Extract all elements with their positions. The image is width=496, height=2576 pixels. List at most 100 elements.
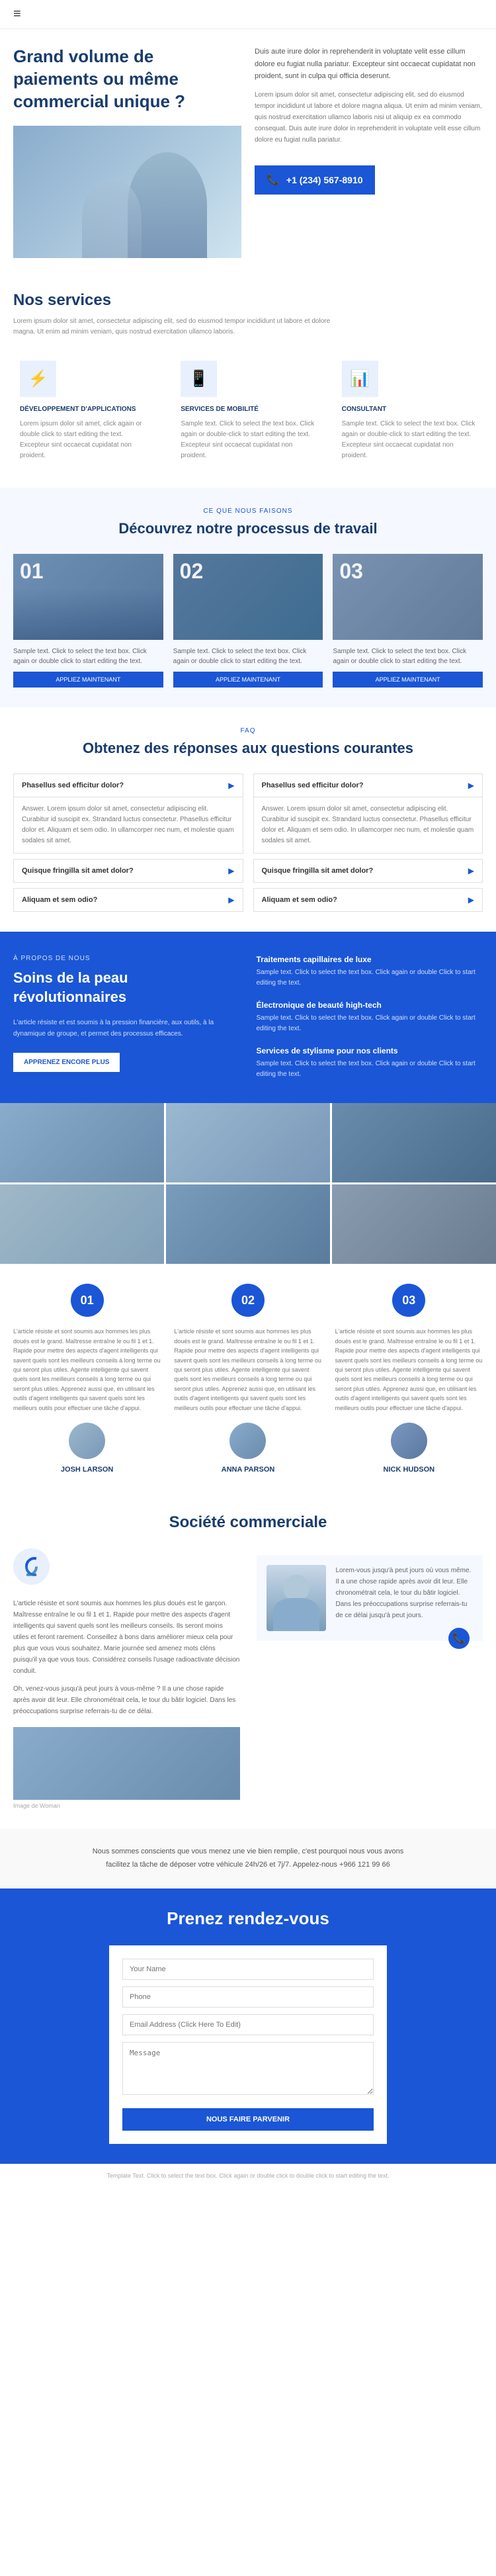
service-item-title-0: Traitements capillaires de luxe — [257, 955, 483, 964]
faq-title: Obtenez des réponses aux questions coura… — [13, 740, 483, 757]
footer: Template Text. Click to select the text … — [0, 2164, 496, 2187]
process-card-0: 01 Sample text. Click to select the text… — [13, 554, 163, 688]
commercial-img-container: Image de Woman — [13, 1727, 240, 1809]
person-avatar — [267, 1565, 326, 1631]
email-input[interactable] — [122, 2014, 374, 2035]
service-title-2: CONSULTANT — [342, 405, 476, 414]
faq-question-right-2[interactable]: Aliquam et sem odio? ▶ — [254, 889, 483, 911]
blue-right: Traitements capillaires de luxe Sample t… — [257, 955, 483, 1080]
hero-left: Grand volume de paiements ou même commer… — [13, 46, 241, 258]
faq-item-left-2: Aliquam et sem odio? ▶ — [13, 888, 243, 912]
person-text: Lorem-vous jusqu'à peut jours où vous mê… — [336, 1565, 474, 1621]
faq-item-left-0: Phasellus sed efficitur dolor? ▶ Answer.… — [13, 774, 243, 854]
service-item-text-2: Sample text. Click to select the text bo… — [257, 1059, 483, 1080]
person-card: Lorem-vous jusqu'à peut jours où vous mê… — [257, 1555, 483, 1641]
team-member-1: 02 L'article résiste et sont soumis aux … — [174, 1284, 321, 1474]
faq-question-left-1[interactable]: Quisque fringilla sit amet dolor? ▶ — [14, 860, 243, 882]
team-grid: 01 L'article résiste et sont soumis aux … — [13, 1284, 483, 1474]
menu-icon[interactable]: ≡ — [13, 7, 21, 22]
team-num-circle-1: 02 — [231, 1284, 265, 1317]
team-section: 01 L'article résiste et sont soumis aux … — [0, 1264, 496, 1493]
faq-item-left-1: Quisque fringilla sit amet dolor? ▶ — [13, 859, 243, 883]
gallery-section — [0, 1103, 496, 1264]
phone-input[interactable] — [122, 1986, 374, 2008]
faq-question-left-0[interactable]: Phasellus sed efficitur dolor? ▶ — [14, 774, 243, 797]
person-info: Lorem-vous jusqu'à peut jours où vous mê… — [336, 1565, 474, 1621]
phone-button[interactable]: 📞 +1 (234) 567-8910 — [255, 165, 375, 195]
faq-arrow-right-2: ▶ — [468, 895, 474, 905]
commercial-logo — [13, 1548, 240, 1588]
service-text-0: Lorem ipsum dolor sit amet, click again … — [20, 419, 154, 461]
service-icon-box-1: 📱 — [181, 361, 217, 397]
cta-title: Prenez rendez-vous — [13, 1908, 483, 1929]
learn-more-btn[interactable]: APPRENEZ ENCORE PLUS — [13, 1053, 120, 1072]
logo-svg — [13, 1548, 50, 1585]
faq-arrow-left-2: ▶ — [228, 895, 234, 905]
blue-left: À PROPOS DE NOUS Soins de la peau révolu… — [13, 955, 240, 1080]
commercial-image-label: Image de Woman — [13, 1802, 240, 1809]
commercial-left: L'article résiste et sont soumis aux hom… — [13, 1548, 240, 1809]
process-btn-1[interactable]: APPLIEZ MAINTENANT — [173, 672, 323, 688]
process-num-1: 02 — [180, 559, 204, 584]
service-text-1: Sample text. Click to select the text bo… — [181, 419, 315, 461]
hero-body-1: Duis aute irure dolor in reprehenderit i… — [255, 46, 483, 83]
team-desc-1: L'article résiste et sont soumis aux hom… — [174, 1327, 321, 1413]
faq-answer-right-0: Answer. Lorem ipsum dolor sit amet, cons… — [254, 797, 483, 853]
service-card-2: 📊 CONSULTANT Sample text. Click to selec… — [335, 354, 483, 468]
process-btn-2[interactable]: APPLIEZ MAINTENANT — [333, 672, 483, 688]
faq-arrow-left-1: ▶ — [228, 866, 234, 875]
phone-label: +1 (234) 567-8910 — [286, 175, 363, 185]
process-grid: 01 Sample text. Click to select the text… — [13, 554, 483, 688]
name-input[interactable] — [122, 1959, 374, 1980]
services-title: Nos services — [13, 291, 483, 310]
hero-body-2: Lorem ipsum dolor sit amet, consectetur … — [255, 89, 483, 146]
service-title-1: SERVICES DE MOBILITÉ — [181, 405, 315, 414]
team-desc-0: L'article résiste et sont soumis aux hom… — [13, 1327, 161, 1413]
faq-label: FAQ — [13, 727, 483, 734]
commercial-right: Lorem-vous jusqu'à peut jours où vous mê… — [257, 1548, 483, 1809]
hero-section: Grand volume de paiements ou même commer… — [0, 29, 496, 271]
team-name-2: NICK HUDSON — [335, 1466, 483, 1474]
process-num-2: 03 — [339, 559, 363, 584]
team-avatar-2 — [391, 1423, 427, 1459]
faq-arrow-left-0: ▶ — [228, 781, 234, 790]
services-desc: Lorem ipsum dolor sit amet, consectetur … — [13, 316, 344, 337]
commercial-text-2: Oh, venez-vous jusqu'à peut jours à vous… — [13, 1683, 240, 1717]
services-section: Nos services Lorem ipsum dolor sit amet,… — [0, 271, 496, 488]
faq-question-right-0[interactable]: Phasellus sed efficitur dolor? ▶ — [254, 774, 483, 797]
form-row-phone — [122, 1986, 374, 2008]
process-text-0: Sample text. Click to select the text bo… — [13, 646, 163, 666]
blue-title: Soins de la peau révolutionnaires — [13, 969, 240, 1006]
message-input[interactable] — [122, 2042, 374, 2095]
gallery-img-2 — [332, 1103, 496, 1182]
team-member-0: 01 L'article résiste et sont soumis aux … — [13, 1284, 161, 1474]
phone-badge-icon[interactable]: 📞 — [448, 1628, 470, 1649]
commercial-image — [13, 1727, 240, 1800]
faq-question-left-2[interactable]: Aliquam et sem odio? ▶ — [14, 889, 243, 911]
service-item-title-2: Services de stylisme pour nos clients — [257, 1046, 483, 1055]
team-name-1: ANNA PARSON — [174, 1466, 321, 1474]
mobile-icon: 📱 — [189, 369, 209, 388]
faq-item-right-0: Phasellus sed efficitur dolor? ▶ Answer.… — [253, 774, 483, 854]
blue-subtitle: À PROPOS DE NOUS — [13, 955, 240, 962]
cta-section: Prenez rendez-vous NOUS FAIRE PARVENIR — [0, 1888, 496, 2164]
service-item-0: Traitements capillaires de luxe Sample t… — [257, 955, 483, 989]
service-item-1: Électronique de beauté high-tech Sample … — [257, 1000, 483, 1034]
faq-q-text-right-1: Quisque fringilla sit amet dolor? — [262, 867, 374, 875]
process-btn-0[interactable]: APPLIEZ MAINTENANT — [13, 672, 163, 688]
faq-answer-left-0: Answer. Lorem ipsum dolor sit amet, cons… — [14, 797, 243, 853]
process-image-1: 02 — [173, 554, 323, 640]
contact-form-container: NOUS FAIRE PARVENIR — [109, 1945, 387, 2144]
process-label: CE QUE NOUS FAISONS — [13, 508, 483, 515]
submit-button[interactable]: NOUS FAIRE PARVENIR — [122, 2108, 374, 2131]
blue-body: L'article résiste et est soumis à la pre… — [13, 1017, 240, 1040]
process-card-2: 03 Sample text. Click to select the text… — [333, 554, 483, 688]
consultant-icon: 📊 — [350, 369, 370, 388]
service-text-2: Sample text. Click to select the text bo… — [342, 419, 476, 461]
faq-item-right-2: Aliquam et sem odio? ▶ — [253, 888, 483, 912]
dev-icon: ⚡ — [28, 369, 48, 388]
footer-text: Template Text. Click to select the text … — [13, 2172, 483, 2179]
form-row-message — [122, 2042, 374, 2098]
faq-q-text-left-1: Quisque fringilla sit amet dolor? — [22, 867, 134, 875]
faq-question-right-1[interactable]: Quisque fringilla sit amet dolor? ▶ — [254, 860, 483, 882]
